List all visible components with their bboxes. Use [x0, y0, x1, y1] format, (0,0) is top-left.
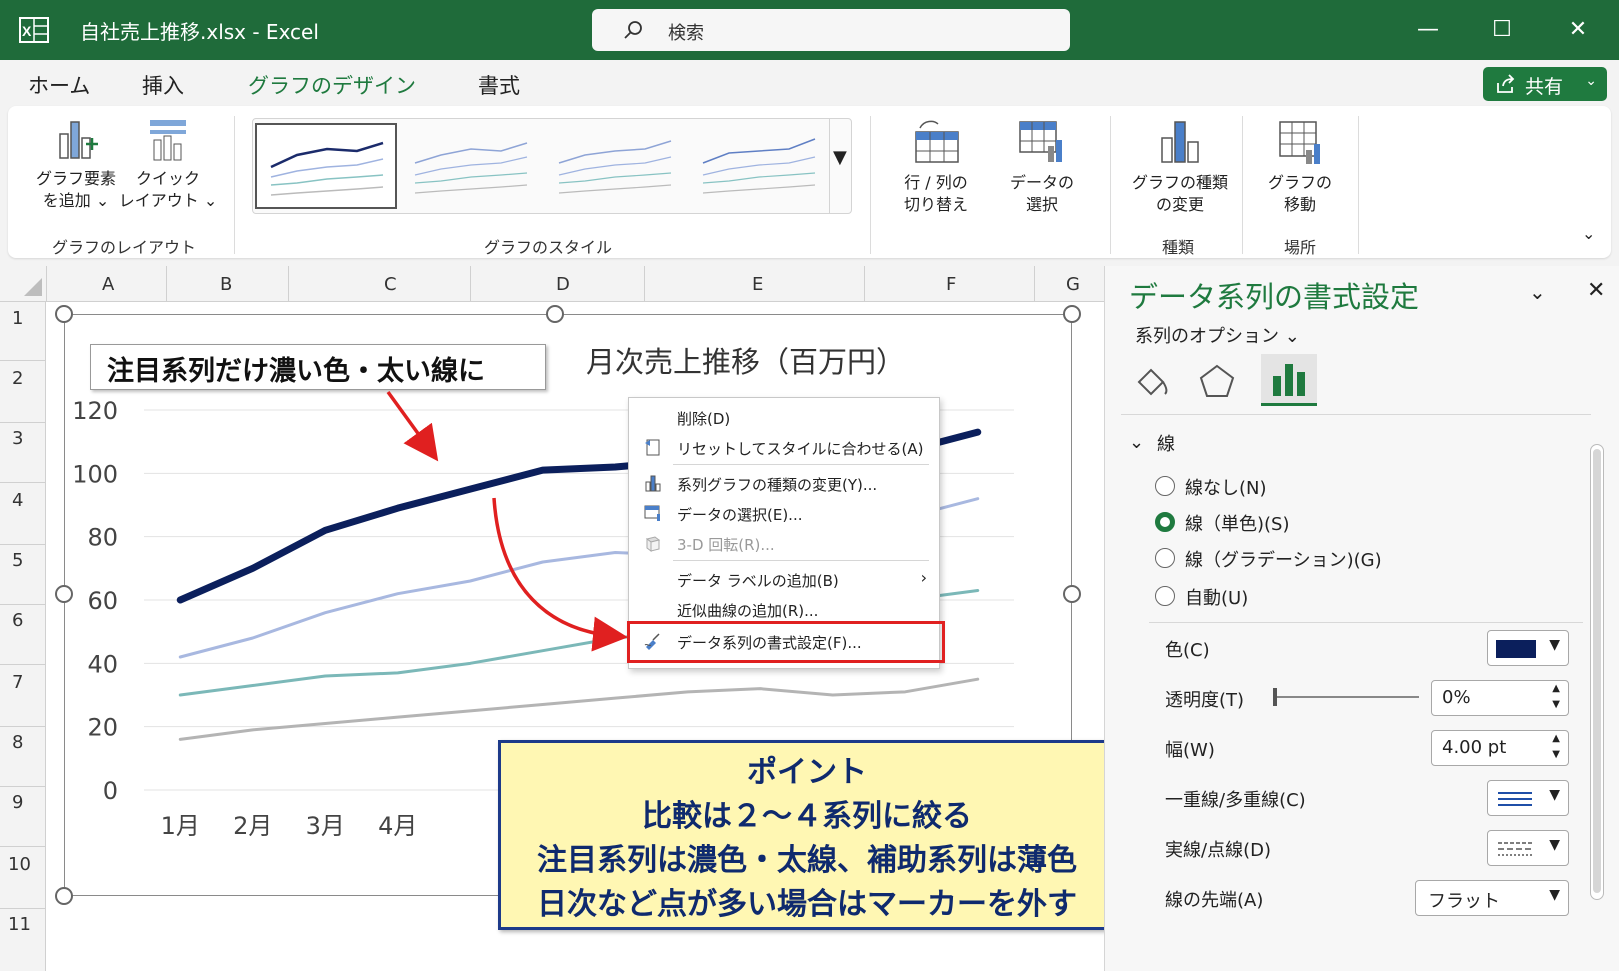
pentagon-icon [1199, 364, 1235, 397]
radio-label: 線なし(N) [1185, 478, 1267, 499]
width-input[interactable]: 4.00 pt ▲ ▼ [1431, 730, 1569, 766]
slider-thumb[interactable] [1273, 688, 1277, 706]
radio-label: 線（単色)(S) [1185, 514, 1290, 535]
compound-line-icon [1498, 792, 1532, 806]
chevron-down-icon: ▼ [1549, 887, 1560, 903]
radio-solid-line[interactable] [1155, 512, 1175, 532]
compound-type-label: 一重線/多重線(C) [1165, 790, 1306, 811]
tip-box: ポイント 比較は２～４系列に絞る 注目系列は濃色・太線、補助系列は薄色 日次など… [498, 740, 1116, 930]
tip-line: 日次など点が多い場合はマーカーを外す [537, 887, 1077, 922]
pane-close-icon[interactable]: ✕ [1587, 278, 1605, 303]
scrollbar-thumb[interactable] [1593, 449, 1601, 893]
color-label: 色(C) [1165, 640, 1210, 661]
cap-type-dropdown[interactable]: フラット ▼ [1415, 880, 1569, 916]
radio-label: 自動(U) [1185, 588, 1249, 609]
chart-type-icon [645, 475, 661, 492]
pane-options-icon[interactable]: ⌄ [1529, 280, 1546, 304]
menu-highlight-box [627, 621, 945, 663]
series-options-tab[interactable] [1261, 354, 1317, 406]
series-options-dropdown[interactable]: 系列のオプション ⌄ [1135, 322, 1300, 348]
pane-scrollbar[interactable] [1590, 444, 1604, 900]
effects-tab[interactable] [1193, 358, 1241, 406]
spinner-icon[interactable]: ▲ ▼ [1552, 681, 1560, 713]
width-label: 幅(W) [1165, 740, 1215, 761]
tip-heading: ポイント [747, 755, 867, 790]
arrow-icon [492, 497, 628, 652]
chevron-down-icon[interactable]: ⌄ [1129, 432, 1144, 453]
chevron-down-icon: ▼ [1549, 787, 1560, 803]
menu-item-3d-rotation: 3-D 回転(R)... [629, 528, 939, 558]
tip-line: 注目系列は濃色・太線、補助系列は薄色 [537, 843, 1077, 878]
color-swatch [1496, 640, 1536, 658]
chevron-down-icon: ▼ [1549, 637, 1560, 653]
dash-line-icon [1498, 842, 1532, 856]
radio-gradient-line[interactable] [1155, 548, 1175, 568]
transparency-slider[interactable] [1273, 688, 1419, 706]
paint-bucket-icon [1137, 368, 1168, 396]
menu-item-delete[interactable]: 削除(D) [629, 402, 939, 432]
cube-icon [645, 536, 661, 552]
line-section-header[interactable]: 線 [1157, 430, 1175, 456]
bar-chart-icon [1273, 364, 1305, 396]
spinner-icon[interactable]: ▲ ▼ [1552, 731, 1560, 763]
menu-item-reset-style[interactable]: リセットしてスタイルに合わせる(A) [629, 432, 939, 462]
menu-item-add-trendline[interactable]: 近似曲線の追加(R)... [629, 594, 939, 624]
transparency-input[interactable]: 0% ▲ ▼ [1431, 680, 1569, 716]
menu-item-select-data[interactable]: データの選択(E)... [629, 498, 939, 528]
dash-type-dropdown[interactable]: ▼ [1487, 830, 1569, 866]
reset-icon [645, 439, 660, 456]
radio-no-line[interactable] [1155, 476, 1175, 496]
compound-type-dropdown[interactable]: ▼ [1487, 780, 1569, 816]
pane-title: データ系列の書式設定 [1129, 280, 1420, 314]
cap-type-label: 線の先端(A) [1165, 890, 1264, 911]
color-picker[interactable]: ▼ [1487, 630, 1569, 666]
chevron-down-icon: ▼ [1549, 837, 1560, 853]
tip-line: 比較は２～４系列に絞る [642, 799, 972, 834]
arrow-icon [386, 390, 439, 462]
menu-item-add-data-labels[interactable]: データ ラベルの追加(B) › [629, 564, 939, 594]
chevron-right-icon: › [920, 568, 927, 587]
fill-line-tab[interactable] [1129, 358, 1177, 406]
radio-automatic[interactable] [1155, 586, 1175, 606]
format-data-series-pane: データ系列の書式設定 ⌄ ✕ 系列のオプション ⌄ ⌄ 線 線なし(N) 線（単… [1104, 266, 1619, 971]
transparency-label: 透明度(T) [1165, 690, 1245, 711]
dash-type-label: 実線/点線(D) [1165, 840, 1271, 861]
menu-item-change-series-type[interactable]: 系列グラフの種類の変更(Y)... [629, 468, 939, 498]
radio-label: 線（グラデーション)(G) [1185, 550, 1382, 571]
select-data-icon [644, 505, 660, 521]
